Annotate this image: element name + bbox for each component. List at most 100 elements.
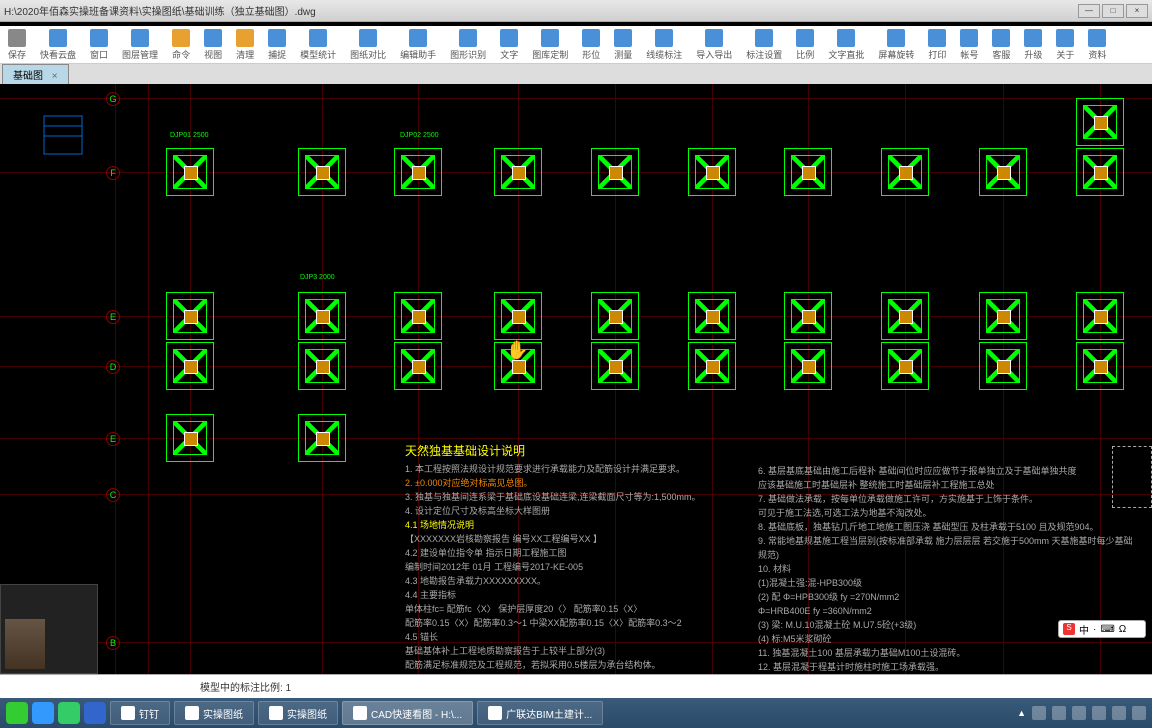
toolbar-图层管理[interactable]: 图层管理 bbox=[122, 29, 158, 61]
foundation[interactable] bbox=[591, 148, 639, 196]
tray-icon[interactable] bbox=[1052, 706, 1066, 720]
toolbar-屏幕旋转[interactable]: 屏幕旋转 bbox=[878, 29, 914, 61]
toolbar-文字[interactable]: 文字 bbox=[500, 29, 518, 61]
foundation[interactable] bbox=[784, 148, 832, 196]
foundation[interactable] bbox=[494, 342, 542, 390]
ime-bar[interactable]: S 中 · ⌨ Ω bbox=[1058, 620, 1146, 638]
foundation[interactable] bbox=[688, 148, 736, 196]
ime-mode[interactable]: 中 bbox=[1079, 622, 1089, 637]
drawing-canvas[interactable]: G F E D E C B DJP01 2500 DJP02 2500 DJ bbox=[0, 84, 1152, 674]
toolbar-图形识别[interactable]: 图形识别 bbox=[450, 29, 486, 61]
minimize-button[interactable]: — bbox=[1078, 4, 1100, 18]
taskbar-item[interactable]: 钉钉 bbox=[110, 701, 170, 725]
tray-icon[interactable] bbox=[1112, 706, 1126, 720]
toolbar-视图[interactable]: 视图 bbox=[204, 29, 222, 61]
toolbar-资料[interactable]: 资料 bbox=[1088, 29, 1106, 61]
taskbar-item[interactable]: 实操图纸 bbox=[174, 701, 254, 725]
foundation[interactable] bbox=[1076, 292, 1124, 340]
foundation[interactable] bbox=[494, 148, 542, 196]
toolbar-导入导出[interactable]: 导入导出 bbox=[696, 29, 732, 61]
foundation[interactable] bbox=[166, 342, 214, 390]
grid-label: F bbox=[106, 166, 120, 180]
app-icon[interactable] bbox=[84, 702, 106, 724]
close-button[interactable]: × bbox=[1126, 4, 1148, 18]
foundation[interactable] bbox=[1076, 342, 1124, 390]
toolbar-label: 标注设置 bbox=[746, 48, 782, 61]
toolbar-icon bbox=[131, 29, 149, 47]
toolbar-清理[interactable]: 清理 bbox=[236, 29, 254, 61]
tab-close-icon[interactable]: × bbox=[52, 71, 58, 82]
toolbar-打印[interactable]: 打印 bbox=[928, 29, 946, 61]
design-notes-left: 天然独基基础设计说明 1. 本工程按照法规设计规范要求进行承载能力及配筋设计并满… bbox=[405, 444, 755, 674]
toolbar-编辑助手[interactable]: 编辑助手 bbox=[400, 29, 436, 61]
taskbar-app-icon bbox=[185, 706, 199, 720]
toolbar-快看云盘[interactable]: 快看云盘 bbox=[40, 29, 76, 61]
tab-active[interactable]: 基础图 × bbox=[2, 64, 69, 84]
browser-icon[interactable] bbox=[32, 702, 54, 724]
taskbar-item[interactable]: 广联达BIM土建计... bbox=[477, 701, 603, 725]
toolbar-线缆标注[interactable]: 线缆标注 bbox=[646, 29, 682, 61]
toolbar-保存[interactable]: 保存 bbox=[8, 29, 26, 61]
toolbar-图库定制[interactable]: 图库定制 bbox=[532, 29, 568, 61]
foundation[interactable] bbox=[394, 342, 442, 390]
tray-icon[interactable] bbox=[1072, 706, 1086, 720]
foundation[interactable] bbox=[298, 414, 346, 462]
command-line[interactable]: 模型中的标注比例: 1 bbox=[0, 674, 1152, 698]
toolbar-图纸对比[interactable]: 图纸对比 bbox=[350, 29, 386, 61]
toolbar-关于[interactable]: 关于 bbox=[1056, 29, 1074, 61]
toolbar-模型统计[interactable]: 模型统计 bbox=[300, 29, 336, 61]
ime-punct-icon[interactable]: · bbox=[1093, 624, 1096, 635]
toolbar-客服[interactable]: 客服 bbox=[992, 29, 1010, 61]
foundation[interactable] bbox=[298, 148, 346, 196]
toolbar-比例[interactable]: 比例 bbox=[796, 29, 814, 61]
toolbar-测量[interactable]: 测量 bbox=[614, 29, 632, 61]
foundation[interactable] bbox=[688, 292, 736, 340]
foundation[interactable] bbox=[1076, 98, 1124, 146]
foundation[interactable] bbox=[881, 148, 929, 196]
foundation[interactable] bbox=[298, 342, 346, 390]
foundation[interactable] bbox=[494, 292, 542, 340]
foundation[interactable] bbox=[394, 148, 442, 196]
toolbar-形位[interactable]: 形位 bbox=[582, 29, 600, 61]
foundation[interactable] bbox=[166, 414, 214, 462]
tray-expand-icon[interactable]: ▲ bbox=[1017, 708, 1026, 718]
toolbar-标注设置[interactable]: 标注设置 bbox=[746, 29, 782, 61]
taskbar-item[interactable]: 实操图纸 bbox=[258, 701, 338, 725]
foundation[interactable] bbox=[979, 148, 1027, 196]
foundation[interactable] bbox=[979, 292, 1027, 340]
foundation[interactable] bbox=[688, 342, 736, 390]
foundation[interactable] bbox=[784, 292, 832, 340]
foundation[interactable] bbox=[166, 292, 214, 340]
foundation[interactable] bbox=[591, 342, 639, 390]
toolbar-命令[interactable]: 命令 bbox=[172, 29, 190, 61]
toolbar-label: 打印 bbox=[928, 48, 946, 61]
toolbar-label: 快看云盘 bbox=[40, 48, 76, 61]
foundation[interactable] bbox=[881, 342, 929, 390]
foundation[interactable] bbox=[591, 292, 639, 340]
wechat-icon[interactable] bbox=[6, 702, 28, 724]
toolbar-窗口[interactable]: 窗口 bbox=[90, 29, 108, 61]
foundation[interactable] bbox=[979, 342, 1027, 390]
dimension: DJP01 2500 bbox=[170, 132, 209, 139]
toolbar-文字直批[interactable]: 文字直批 bbox=[828, 29, 864, 61]
tray-icon[interactable] bbox=[1032, 706, 1046, 720]
foundation[interactable] bbox=[166, 148, 214, 196]
toolbar-icon bbox=[582, 29, 600, 47]
toolbar-捕捉[interactable]: 捕捉 bbox=[268, 29, 286, 61]
foundation[interactable] bbox=[394, 292, 442, 340]
ime-omega-icon[interactable]: Ω bbox=[1119, 624, 1126, 635]
foundation[interactable] bbox=[298, 292, 346, 340]
tray-icon[interactable] bbox=[1092, 706, 1106, 720]
taskbar-item[interactable]: CAD快速看图 - H:\... bbox=[342, 701, 473, 725]
grid-label: D bbox=[106, 360, 120, 374]
toolbar-升级[interactable]: 升级 bbox=[1024, 29, 1042, 61]
tray-volume-icon[interactable] bbox=[1132, 706, 1146, 720]
tab-label: 基础图 bbox=[13, 71, 43, 82]
app-icon[interactable] bbox=[58, 702, 80, 724]
ime-keyboard-icon[interactable]: ⌨ bbox=[1100, 624, 1114, 635]
foundation[interactable] bbox=[784, 342, 832, 390]
toolbar-帐号[interactable]: 帐号 bbox=[960, 29, 978, 61]
foundation[interactable] bbox=[881, 292, 929, 340]
foundation[interactable] bbox=[1076, 148, 1124, 196]
maximize-button[interactable]: □ bbox=[1102, 4, 1124, 18]
